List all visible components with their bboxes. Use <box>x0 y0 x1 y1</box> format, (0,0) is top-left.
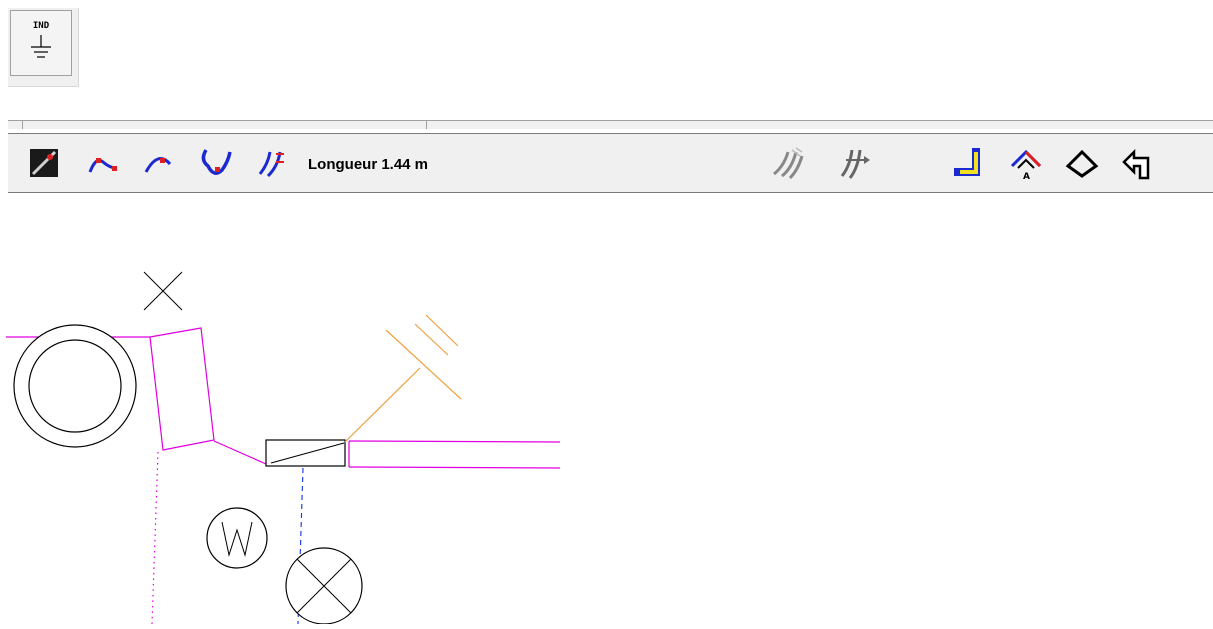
u-bend-tool[interactable] <box>198 144 236 182</box>
svg-text:A: A <box>1023 172 1030 182</box>
toolbar-separator <box>426 121 427 129</box>
lines-arrow-icon <box>840 149 870 179</box>
toolbar-separator <box>22 121 23 129</box>
corner-tool[interactable] <box>950 144 988 182</box>
schematic-svg <box>6 271 561 625</box>
conduit-right <box>348 440 561 469</box>
return-arrow-tool[interactable] <box>1120 144 1158 182</box>
arc-tool-2[interactable] <box>142 144 180 182</box>
junction-box <box>265 439 346 467</box>
meter-box <box>149 327 215 451</box>
double-circle <box>13 324 137 448</box>
roof-a-tool[interactable]: A <box>1008 144 1046 182</box>
double-line-tool[interactable] <box>256 144 294 182</box>
dotted-wire <box>151 451 159 625</box>
corner-yellow-icon <box>954 148 980 176</box>
pen-line-icon <box>30 149 58 177</box>
water-heater-symbol <box>206 507 268 569</box>
ground-tool-button[interactable]: IND <box>8 8 79 87</box>
drawing-toolbar: Longueur 1.44 m A <box>8 133 1213 193</box>
length-readout: Longueur 1.44 m <box>308 156 429 173</box>
arc-red-points-icon <box>88 158 117 173</box>
ground-symbol-icon <box>31 35 51 58</box>
roof-outline-icon <box>1065 149 1099 178</box>
hatched-lines-tool[interactable] <box>770 144 808 182</box>
ground-tool-face: IND <box>10 10 72 76</box>
arc-tool[interactable] <box>86 144 124 182</box>
lines-arrow-tool[interactable] <box>838 144 876 182</box>
roof-a-icon: A <box>1010 149 1042 182</box>
toolbar-strip <box>8 120 1213 129</box>
return-arrow-icon <box>1122 148 1150 180</box>
wire-segment <box>213 440 267 465</box>
arc-small-icon <box>144 157 172 173</box>
roof-outline-tool[interactable] <box>1064 144 1102 182</box>
cross-mark <box>143 271 183 311</box>
drawing-canvas[interactable] <box>0 200 1213 625</box>
parallel-lines-icon <box>258 151 284 178</box>
draw-segment-tool[interactable] <box>26 144 64 182</box>
u-curve-icon <box>201 149 232 175</box>
antenna-symbol <box>344 314 462 443</box>
hatched-lines-icon <box>773 147 804 180</box>
lamp-symbol <box>285 547 363 625</box>
